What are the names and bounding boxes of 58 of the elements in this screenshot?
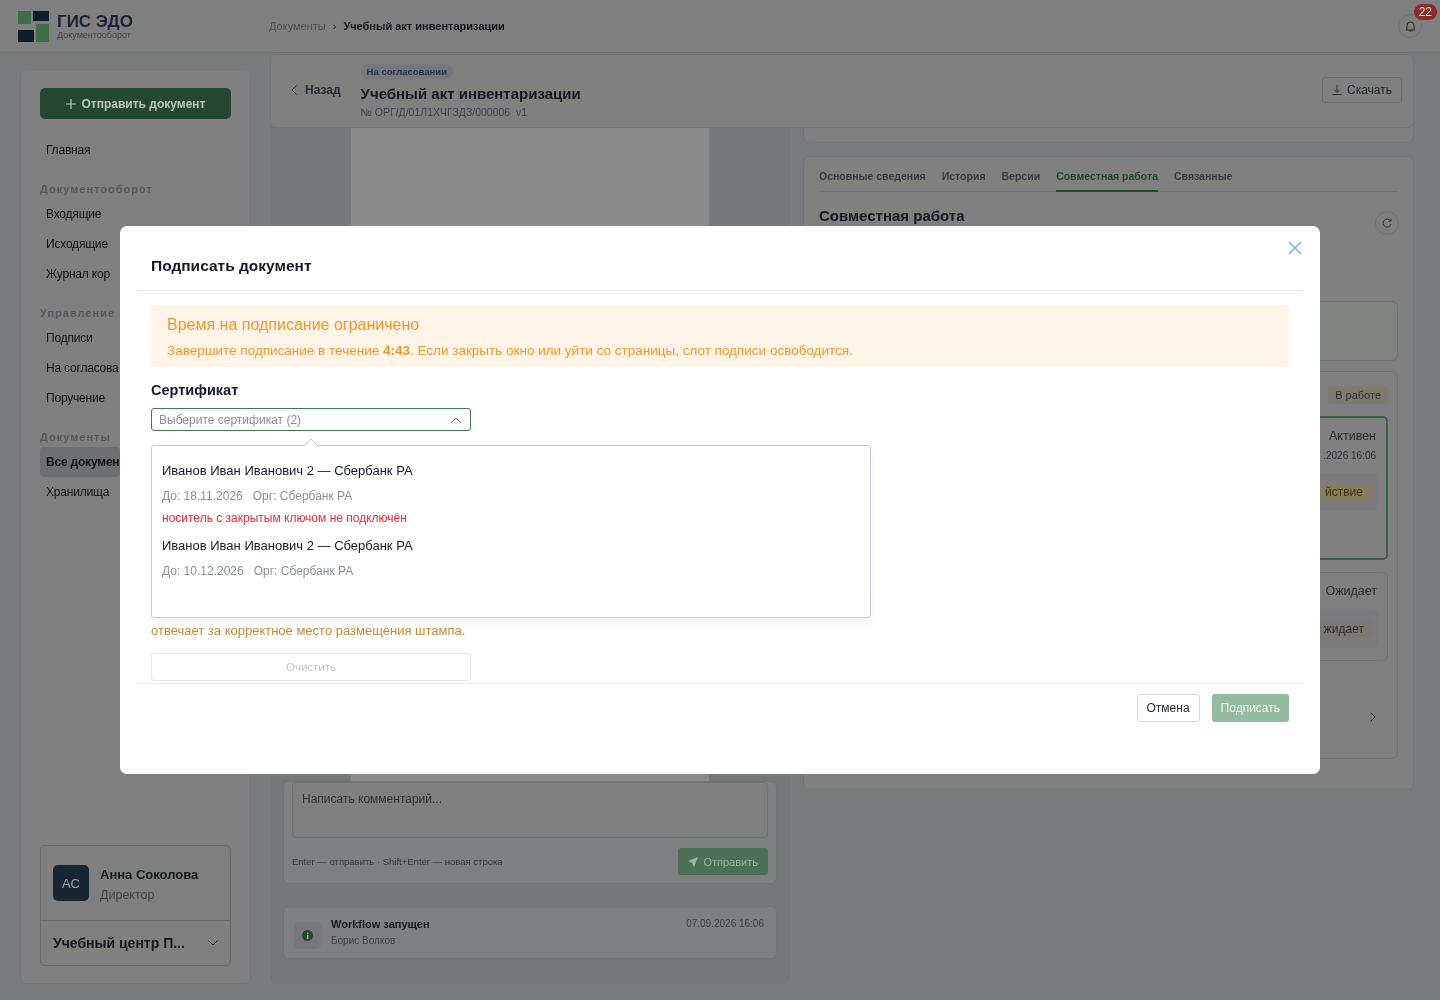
tab[interactable]: Версии	[1001, 167, 1041, 192]
certificate-name: Иванов Иван Иванович 2 — Сбербанк РА	[162, 463, 414, 478]
dialog-title: Подписать документ	[151, 257, 312, 275]
step-status: Активен	[1329, 429, 1377, 443]
alert-text: Завершите подписание в течение 4:43. Если закрыть окно или уйти со страницы, слот подписи освободится.	[167, 343, 854, 358]
user-name: Анна Соколова	[100, 867, 199, 882]
user-role: Директор	[100, 888, 156, 902]
nav-item[interactable]: Хранилища	[40, 477, 111, 507]
user-avatar: АС	[53, 865, 89, 901]
certificate-select[interactable]: Выберите сертификат (2)	[151, 408, 471, 431]
cancel-button[interactable]: Отмена	[1136, 694, 1200, 722]
nav-item[interactable]: Все докумен	[40, 447, 121, 477]
tab[interactable]: Совместная работа	[1056, 167, 1158, 192]
status-badge: На согласовании	[360, 64, 453, 79]
certificate-expiry: До: 10.12.2026	[162, 564, 244, 578]
document-title: Учебный акт инвентаризации	[360, 85, 581, 102]
certificate-org: Орг: Сбербанк РА	[252, 489, 353, 503]
stamp-note: отвечает за корректное место размещения штампа.	[151, 623, 466, 638]
certificate-name: Иванов Иван Иванович 2 — Сбербанк РА	[162, 538, 414, 553]
tab[interactable]: История	[941, 167, 986, 192]
workflow-status-badge: В работе	[1328, 386, 1388, 404]
download-button[interactable]: Скачать	[1322, 77, 1402, 103]
step-status: Ожидает	[1325, 584, 1378, 598]
alert-title: Время на подписание ограничено	[167, 316, 421, 334]
field-label: Сертификат	[151, 382, 240, 398]
certificate-expiry: До: 18.11.2026	[162, 489, 243, 503]
organization-selector[interactable]: Учебный центр П...	[41, 921, 230, 965]
step-time: .2026 16:06	[1323, 450, 1377, 461]
nav-item[interactable]: Подписи	[40, 323, 94, 353]
event-author: Борис Волков	[331, 935, 397, 946]
nav-item[interactable]: Входящие	[40, 199, 103, 229]
panel-title: Совместная работа	[819, 207, 965, 224]
nav-item[interactable]: Исходящие	[40, 229, 109, 259]
certificate-org: Орг: Сбербанк РА	[253, 564, 354, 578]
clear-button: Очистить	[151, 653, 471, 681]
app-title: ГИС ЭДО	[57, 12, 133, 30]
nav-item[interactable]: Журнал кор	[40, 259, 111, 289]
breadcrumb-current: Учебный акт инвентаризации	[343, 20, 505, 32]
event-time: 07.09.2026 16:06	[686, 918, 764, 931]
nav-item[interactable]: На согласова	[40, 353, 120, 383]
back-button[interactable]: Назад	[291, 83, 341, 97]
tab[interactable]: Основные сведения	[819, 167, 926, 192]
certificate-option[interactable]: Иванов Иван Иванович 2 — Сбербанк РА До: 18.11.2026 Орг: Сбербанк РА носитель с закрытым ключом не подключён	[162, 456, 860, 531]
keyboard-hint: Enter — отправить · Shift+Enter — новая строка	[292, 856, 503, 867]
send-document-button[interactable]: Отправить документ	[40, 88, 231, 119]
certificate-error: носитель с закрытым ключом не подключён	[162, 511, 408, 525]
nav-item[interactable]: Главная	[40, 135, 92, 165]
breadcrumb-separator: ›	[332, 20, 337, 32]
send-button[interactable]: Отправить	[678, 848, 768, 875]
tab[interactable]: Связанные	[1174, 167, 1233, 192]
document-number: № ОРГ/Д/01Л1ХЧГЗДЗ/000006 v1	[360, 106, 529, 118]
notification-count: 22	[1413, 4, 1437, 20]
app-subtitle: Документооборот	[57, 29, 131, 40]
nav-item[interactable]: Поручение	[40, 383, 106, 413]
step-action-badge: йствие	[1317, 483, 1371, 501]
event-title: Workflow запущен	[331, 918, 430, 930]
certificate-option[interactable]: Иванов Иван Иванович 2 — Сбербанк РА До: 10.12.2026 Орг: Сбербанк РА	[162, 531, 860, 584]
comment-input[interactable]: Написать комментарий...	[292, 782, 768, 838]
